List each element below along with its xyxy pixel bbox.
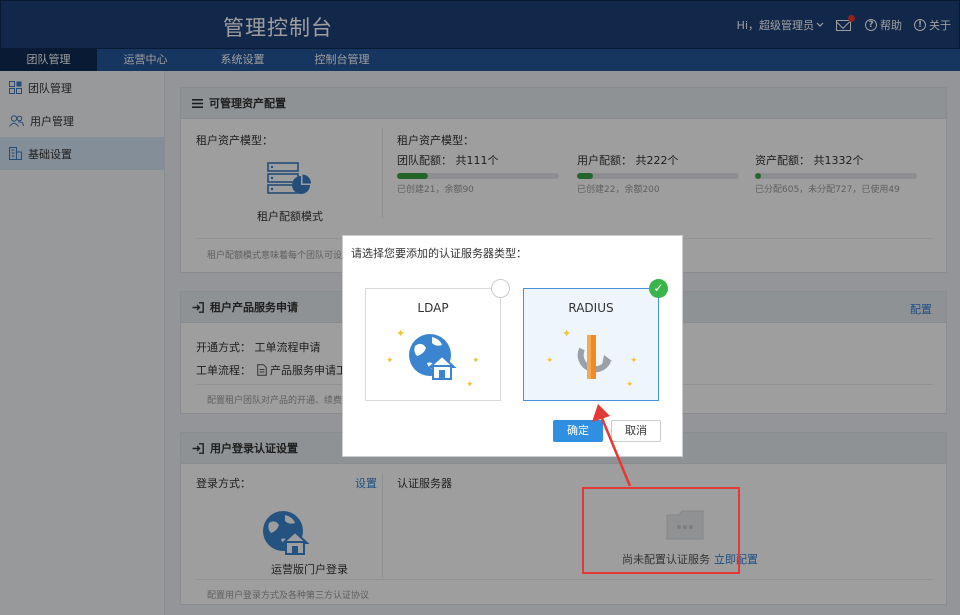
radius-icon: ✦ ✦ ✦ ✦	[546, 327, 638, 390]
svg-text:✦: ✦	[472, 356, 480, 366]
svg-text:✦: ✦	[630, 356, 638, 366]
svg-text:✦: ✦	[546, 356, 554, 366]
radius-option-card[interactable]: RADIUS ✓ ✦ ✦ ✦ ✦	[523, 279, 668, 401]
ldap-option-card[interactable]: LDAP ✦ ✦ ✦ ✦	[365, 279, 510, 401]
svg-text:✦: ✦	[396, 327, 405, 340]
ldap-label: LDAP	[417, 301, 449, 315]
dialog-title: 请选择您要添加的认证服务器类型：	[351, 247, 527, 260]
svg-text:✦: ✦	[386, 356, 394, 366]
annotation-highlight-box	[582, 487, 740, 574]
check-icon: ✓	[649, 279, 668, 298]
ldap-radio[interactable]	[491, 279, 510, 298]
svg-text:✦: ✦	[562, 327, 571, 340]
annotation-arrow	[592, 404, 632, 487]
ldap-globe-icon: ✦ ✦ ✦ ✦	[386, 327, 480, 390]
svg-text:✦: ✦	[626, 380, 634, 390]
svg-text:✦: ✦	[466, 380, 474, 390]
radius-label: RADIUS	[568, 301, 614, 315]
